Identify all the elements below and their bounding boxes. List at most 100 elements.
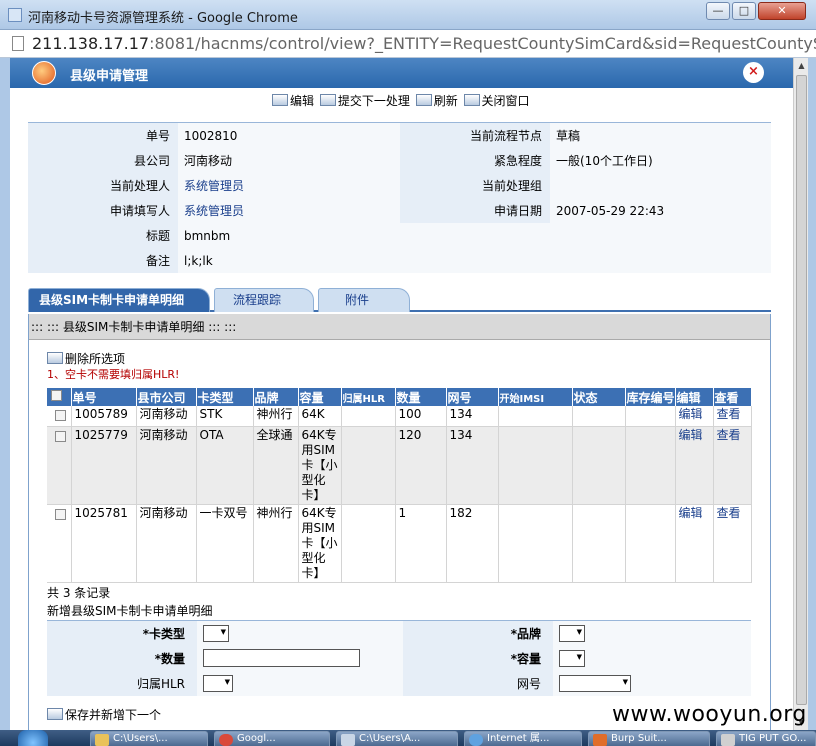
app-logo-icon	[32, 61, 56, 85]
edit-icon	[272, 94, 288, 106]
qty-label: *数量	[47, 645, 197, 671]
chrome-icon	[219, 734, 233, 746]
row-view-link[interactable]: 查看	[717, 407, 741, 421]
select-all-cell[interactable]	[47, 388, 72, 406]
tab-bar: 县级SIM卡制卡申请单明细 流程跟踪 附件	[28, 288, 771, 312]
start-button-icon[interactable]	[18, 730, 48, 746]
edit-link-cell: 编辑	[675, 504, 714, 583]
close-window-button[interactable]: 关闭窗口	[463, 92, 530, 109]
ie-icon	[469, 734, 483, 746]
save-label: 保存并新增下一个	[65, 708, 162, 722]
row-select-cell[interactable]	[47, 504, 72, 583]
close-window-icon	[463, 94, 480, 106]
table-header-row: 单号 县市公司 卡类型 品牌 容量 归属HLR 数量 网号 开始IMSI 状态 …	[47, 388, 752, 406]
row-view-link[interactable]: 查看	[717, 428, 741, 442]
select-all-checkbox[interactable]	[51, 390, 62, 401]
panel-heading: ::: ::: 县级SIM卡制卡申请单明细 ::: :::	[29, 314, 770, 340]
net-select[interactable]	[559, 674, 631, 692]
scroll-up-icon[interactable]: ▲	[794, 58, 809, 73]
cell-brand: 神州行	[253, 504, 299, 583]
detail-table: 单号 县市公司 卡类型 品牌 容量 归属HLR 数量 网号 开始IMSI 状态 …	[47, 388, 752, 583]
edit-label: 编辑	[290, 94, 315, 108]
taskbar: C:\Users\... Googl... C:\Users\A... Inte…	[0, 730, 816, 746]
card-type-select[interactable]	[203, 624, 229, 642]
edit-link-cell: 编辑	[675, 426, 714, 505]
minimize-button[interactable]: —	[706, 2, 730, 20]
info-label: 当前处理人	[28, 173, 178, 198]
taskbar-item-window[interactable]: C:\Users\A...	[336, 731, 458, 746]
capacity-select[interactable]	[559, 649, 585, 667]
taskbar-item-chrome[interactable]: Googl...	[214, 731, 330, 746]
row-select-cell[interactable]	[47, 406, 72, 427]
taskbar-item-explorer[interactable]: C:\Users\...	[90, 731, 208, 746]
row-checkbox[interactable]	[55, 410, 66, 421]
net-cell	[553, 670, 751, 696]
cell-hlr	[341, 504, 396, 583]
address-bar[interactable]: 211.138.17.17:8081/hacnms/control/view?_…	[0, 30, 816, 58]
column-header: 状态	[572, 388, 626, 406]
cell-qty: 120	[395, 426, 447, 505]
cell-status	[572, 504, 626, 583]
save-and-add-button[interactable]: 保存并新增下一个	[47, 706, 161, 723]
row-checkbox[interactable]	[55, 509, 66, 520]
url-text[interactable]: 211.138.17.17:8081/hacnms/control/view?_…	[32, 34, 816, 53]
tab-flow-tracking[interactable]: 流程跟踪	[214, 288, 314, 312]
current-handler-link[interactable]: 系统管理员	[178, 173, 400, 198]
burp-icon	[593, 734, 607, 746]
info-label: 县公司	[28, 148, 178, 173]
cell-net: 134	[446, 406, 499, 427]
info-label: 当前流程节点	[400, 123, 550, 148]
tab-attachment[interactable]: 附件	[318, 288, 410, 312]
taskbar-item-other[interactable]: TIG PUT GO...	[716, 731, 816, 746]
column-header: 单号	[71, 388, 137, 406]
edit-button[interactable]: 编辑	[272, 92, 314, 109]
info-label: 紧急程度	[400, 148, 550, 173]
url-path: :8081/hacnms/control/view?_ENTITY=Reques…	[149, 34, 816, 53]
url-host: 211.138.17.17	[32, 34, 150, 53]
row-edit-link[interactable]: 编辑	[679, 506, 703, 520]
column-header: 编辑	[675, 388, 714, 406]
taskbar-label: Burp Suit...	[611, 733, 667, 744]
maximize-button[interactable]: □	[732, 2, 756, 20]
window-icon	[341, 734, 355, 746]
brand-cell	[553, 620, 751, 646]
taskbar-item-burp[interactable]: Burp Suit...	[588, 731, 710, 746]
brand-select[interactable]	[559, 624, 585, 642]
delete-label: 删除所选项	[65, 352, 126, 366]
delete-icon	[47, 352, 63, 364]
page-title: 县级申请管理	[70, 69, 149, 84]
view-link-cell: 查看	[713, 406, 752, 427]
brand-label: *品牌	[403, 620, 553, 646]
cell-brand: 神州行	[253, 406, 299, 427]
row-edit-link[interactable]: 编辑	[679, 428, 703, 442]
vertical-scrollbar[interactable]: ▲ ▼	[793, 58, 808, 730]
cell-capacity: 64K专用SIM卡【小型化卡】	[298, 504, 342, 583]
header-close-icon[interactable]: ×	[743, 62, 764, 83]
window-close-button[interactable]: ✕	[758, 2, 806, 20]
cell-stock	[625, 406, 676, 427]
refresh-button[interactable]: 刷新	[415, 92, 458, 109]
window-left-frame	[0, 58, 10, 730]
row-view-link[interactable]: 查看	[717, 506, 741, 520]
submit-icon	[319, 94, 336, 106]
row-edit-link[interactable]: 编辑	[679, 407, 703, 421]
hlr-select[interactable]	[203, 674, 233, 692]
delete-selected-button[interactable]: 删除所选项	[47, 350, 125, 367]
applicant-link[interactable]: 系统管理员	[178, 198, 400, 223]
scroll-thumb[interactable]	[796, 75, 807, 705]
info-value: 河南移动	[178, 148, 400, 173]
tab-detail[interactable]: 县级SIM卡制卡申请单明细	[28, 288, 210, 312]
submit-label: 提交下一处理	[337, 94, 410, 108]
cell-company: 河南移动	[136, 504, 197, 583]
cell-company: 河南移动	[136, 406, 197, 427]
taskbar-item-ie[interactable]: Internet 属...	[464, 731, 582, 746]
cell-type: 一卡双号	[196, 504, 254, 583]
row-select-cell[interactable]	[47, 426, 72, 505]
column-header: 库存编号	[625, 388, 676, 406]
info-label: 申请日期	[400, 198, 550, 223]
cell-status	[572, 406, 626, 427]
row-checkbox[interactable]	[55, 431, 66, 442]
qty-input[interactable]	[203, 649, 360, 667]
cell-id: 1025779	[71, 426, 137, 505]
submit-next-button[interactable]: 提交下一处理	[319, 92, 410, 109]
